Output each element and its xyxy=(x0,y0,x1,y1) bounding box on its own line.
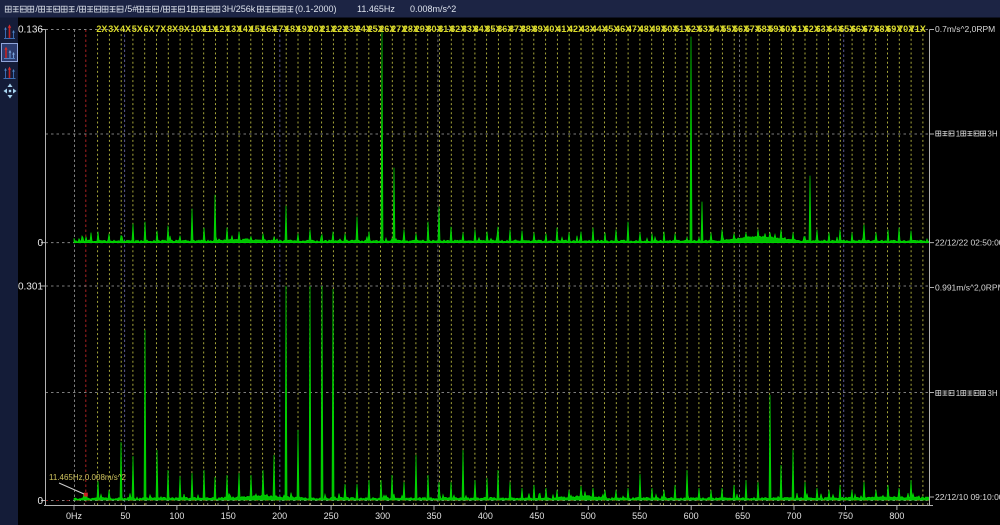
svg-text:0: 0 xyxy=(37,238,43,249)
svg-text:0Hz: 0Hz xyxy=(66,511,83,521)
svg-text:450: 450 xyxy=(529,511,544,521)
svg-text:6X: 6X xyxy=(144,24,155,34)
svg-text:22/12/22 02:50:00: 22/12/22 02:50:00 xyxy=(935,238,1000,248)
svg-text:500: 500 xyxy=(581,511,596,521)
svg-text:1: 1 xyxy=(186,4,191,14)
svg-text:600: 600 xyxy=(684,511,699,521)
svg-text:71X: 71X xyxy=(910,24,926,34)
svg-text:0.7m/s^2,0RPM: 0.7m/s^2,0RPM xyxy=(935,24,995,34)
svg-text:7X: 7X xyxy=(155,24,166,34)
svg-text:22/12/10 09:10:00: 22/12/10 09:10:00 xyxy=(935,492,1000,502)
svg-text:8X: 8X xyxy=(167,24,178,34)
svg-text:200: 200 xyxy=(272,511,287,521)
svg-text:0: 0 xyxy=(37,496,43,507)
svg-text:9X: 9X xyxy=(179,24,190,34)
svg-text:11.465Hz: 11.465Hz xyxy=(357,4,395,14)
svg-text:3H: 3H xyxy=(987,129,997,138)
svg-text:(0.1-2000): (0.1-2000) xyxy=(295,4,337,14)
svg-text:1: 1 xyxy=(956,129,961,138)
svg-text:150: 150 xyxy=(221,511,236,521)
svg-text:0.991m/s^2,0RPM: 0.991m/s^2,0RPM xyxy=(935,283,1000,293)
svg-text:300: 300 xyxy=(375,511,390,521)
svg-text:250: 250 xyxy=(324,511,339,521)
svg-text:3H/256k: 3H/256k xyxy=(222,4,256,14)
svg-text:11.465Hz,0.008m/s^2: 11.465Hz,0.008m/s^2 xyxy=(49,473,127,482)
svg-text:0.301: 0.301 xyxy=(18,282,43,293)
svg-text:5X: 5X xyxy=(132,24,143,34)
svg-text:0.136: 0.136 xyxy=(18,25,43,36)
svg-text:750: 750 xyxy=(838,511,853,521)
svg-text:3X: 3X xyxy=(108,24,119,34)
svg-text:650: 650 xyxy=(735,511,750,521)
svg-text:100: 100 xyxy=(169,511,184,521)
svg-text:2X: 2X xyxy=(96,24,107,34)
svg-text:700: 700 xyxy=(786,511,801,521)
svg-text:3H: 3H xyxy=(987,389,997,398)
svg-text:800: 800 xyxy=(889,511,904,521)
svg-text:400: 400 xyxy=(478,511,493,521)
svg-text:1: 1 xyxy=(956,389,961,398)
svg-text:/5#: /5# xyxy=(125,4,138,14)
svg-text:0.008m/s^2: 0.008m/s^2 xyxy=(410,4,456,14)
svg-text:4X: 4X xyxy=(120,24,131,34)
svg-text:350: 350 xyxy=(426,511,441,521)
svg-text:550: 550 xyxy=(632,511,647,521)
svg-text:50: 50 xyxy=(120,511,130,521)
